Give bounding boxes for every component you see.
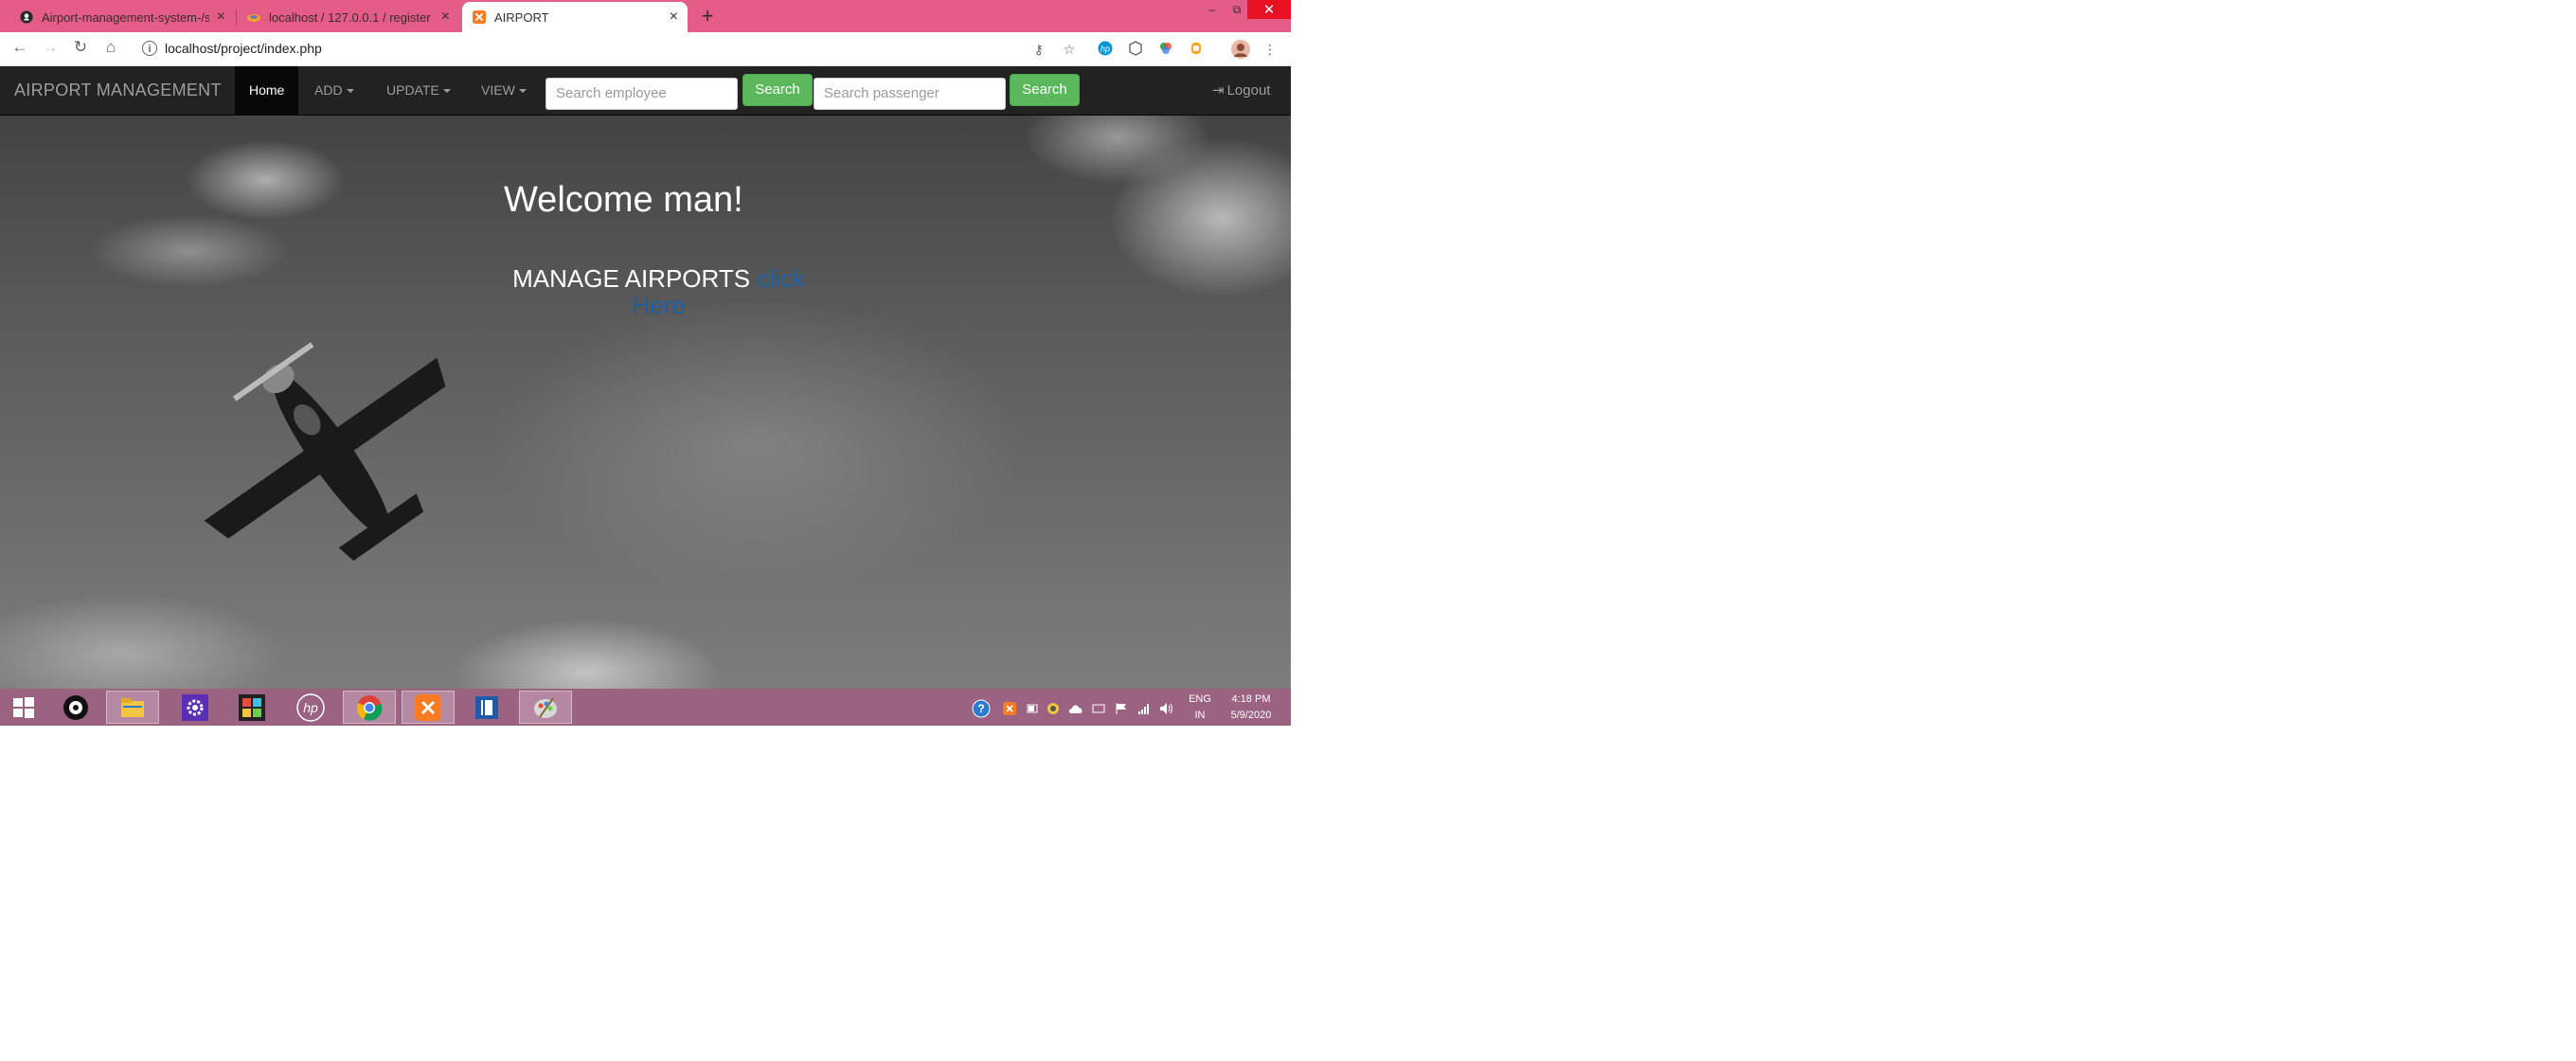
- logout-label: Logout: [1226, 82, 1271, 99]
- network-icon[interactable]: [1136, 701, 1152, 716]
- language-indicator[interactable]: ENG IN: [1186, 692, 1214, 724]
- navbar-brand[interactable]: AIRPORT MANAGEMENT: [14, 81, 222, 100]
- avatar[interactable]: [1231, 40, 1250, 59]
- welcome-heading: Welcome man!: [504, 180, 743, 221]
- menu-kebab-icon[interactable]: ⋮: [1261, 41, 1279, 58]
- site-navbar: AIRPORT MANAGEMENT Home ADD UPDATE VIEW …: [0, 66, 1291, 116]
- phpmyadmin-icon: [246, 9, 261, 25]
- browser-tab-strip: Airport-management-system-/s × localhost…: [0, 0, 1291, 32]
- nav-update-dropdown[interactable]: UPDATE: [372, 66, 465, 115]
- hp-extension-icon[interactable]: hp: [1097, 41, 1114, 58]
- logout-link[interactable]: ⇥ Logout: [1212, 66, 1270, 115]
- caret-down-icon: [518, 89, 527, 94]
- svg-text:hp: hp: [1100, 45, 1110, 54]
- airplane-image: [204, 342, 446, 561]
- window-close-button[interactable]: ✕: [1247, 0, 1291, 19]
- region-label: IN: [1194, 710, 1206, 721]
- tab-airport[interactable]: AIRPORT ×: [462, 2, 688, 32]
- battery-tray-icon[interactable]: [1025, 701, 1040, 716]
- settings-icon[interactable]: [169, 691, 222, 724]
- search-employee-input[interactable]: Search employee: [546, 78, 738, 110]
- forward-icon[interactable]: →: [39, 38, 62, 57]
- minimize-button[interactable]: –: [1198, 0, 1226, 19]
- maximize-button[interactable]: ⧉: [1226, 0, 1247, 19]
- xampp-tray-icon[interactable]: [1002, 701, 1017, 716]
- close-icon[interactable]: ×: [441, 9, 450, 26]
- nav-home-label: Home: [249, 82, 285, 98]
- device-tray-icon[interactable]: [1091, 701, 1106, 716]
- bookmark-star-icon[interactable]: ☆: [1061, 41, 1078, 58]
- help-icon[interactable]: ?: [972, 699, 991, 718]
- svg-text:hp: hp: [303, 700, 318, 715]
- tab-title: localhost / 127.0.0.1 / register | p: [269, 9, 434, 25]
- manage-airports-text: MANAGE AIRPORTS click Here: [505, 265, 813, 318]
- hp-icon[interactable]: hp: [284, 691, 337, 724]
- clock[interactable]: 4:18 PM 5/9/2020: [1222, 692, 1280, 724]
- web-page: AIRPORT MANAGEMENT Home ADD UPDATE VIEW …: [0, 66, 1291, 689]
- close-icon[interactable]: ×: [670, 9, 678, 26]
- manage-airports-label: MANAGE AIRPORTS: [512, 264, 751, 293]
- search-passenger-input[interactable]: Search passenger: [814, 78, 1006, 110]
- xampp-icon[interactable]: [402, 691, 455, 724]
- app-tray-icon[interactable]: [1046, 701, 1061, 716]
- nav-view-label: VIEW: [481, 82, 515, 98]
- time-label: 4:18 PM: [1231, 693, 1271, 705]
- back-icon[interactable]: ←: [9, 38, 31, 57]
- key-icon[interactable]: ⚷: [1030, 41, 1047, 58]
- nav-add-dropdown[interactable]: ADD: [300, 66, 368, 115]
- start-icon[interactable]: [0, 691, 50, 724]
- tab-title: AIRPORT: [494, 9, 549, 25]
- tab-github[interactable]: Airport-management-system-/s ×: [9, 2, 235, 32]
- svg-text:?: ?: [977, 702, 984, 715]
- xampp-icon: [472, 9, 487, 25]
- home-icon[interactable]: ⌂: [99, 38, 122, 57]
- reload-icon[interactable]: ↻: [69, 38, 92, 57]
- groove-icon[interactable]: [49, 691, 102, 724]
- tab-phpmyadmin[interactable]: localhost / 127.0.0.1 / register | p ×: [237, 2, 459, 32]
- paint-icon[interactable]: [519, 691, 572, 724]
- tab-title: Airport-management-system-/s: [42, 9, 209, 25]
- caret-down-icon: [346, 89, 354, 94]
- chrome-icon[interactable]: [343, 691, 396, 724]
- shield-extension-icon[interactable]: [1127, 41, 1144, 58]
- onedrive-icon[interactable]: [1068, 701, 1083, 716]
- volume-icon[interactable]: [1159, 701, 1174, 716]
- photos-icon[interactable]: [225, 691, 278, 724]
- caret-down-icon: [442, 89, 451, 94]
- info-icon[interactable]: i: [142, 41, 157, 56]
- nav-home[interactable]: Home: [235, 66, 299, 115]
- screen: Airport-management-system-/s × localhost…: [0, 0, 1291, 726]
- logout-icon: ⇥: [1212, 82, 1225, 99]
- address-bar[interactable]: localhost/project/index.php: [165, 41, 322, 56]
- date-label: 5/9/2020: [1230, 710, 1272, 721]
- nav-view-dropdown[interactable]: VIEW: [467, 66, 541, 115]
- color-extension-icon[interactable]: [1157, 41, 1174, 58]
- browser-toolbar: ← → ↻ ⌂ i localhost/project/index.php ⚷ …: [0, 32, 1291, 66]
- search-passenger-button[interactable]: Search: [1010, 74, 1080, 106]
- language-label: ENG: [1189, 693, 1211, 705]
- nav-update-label: UPDATE: [386, 82, 439, 98]
- windows-taskbar: hp ? ENG IN 4:18 PM 5/9/2020: [0, 689, 1291, 726]
- search-employee-button[interactable]: Search: [742, 74, 813, 106]
- honey-extension-icon[interactable]: [1188, 41, 1205, 58]
- file-explorer-icon[interactable]: [106, 691, 159, 724]
- github-icon: [19, 9, 34, 25]
- nav-add-label: ADD: [314, 82, 343, 98]
- flag-tray-icon[interactable]: [1114, 701, 1129, 716]
- close-icon[interactable]: ×: [217, 9, 225, 26]
- notepad-icon[interactable]: [460, 691, 513, 724]
- new-tab-button[interactable]: +: [696, 4, 719, 28]
